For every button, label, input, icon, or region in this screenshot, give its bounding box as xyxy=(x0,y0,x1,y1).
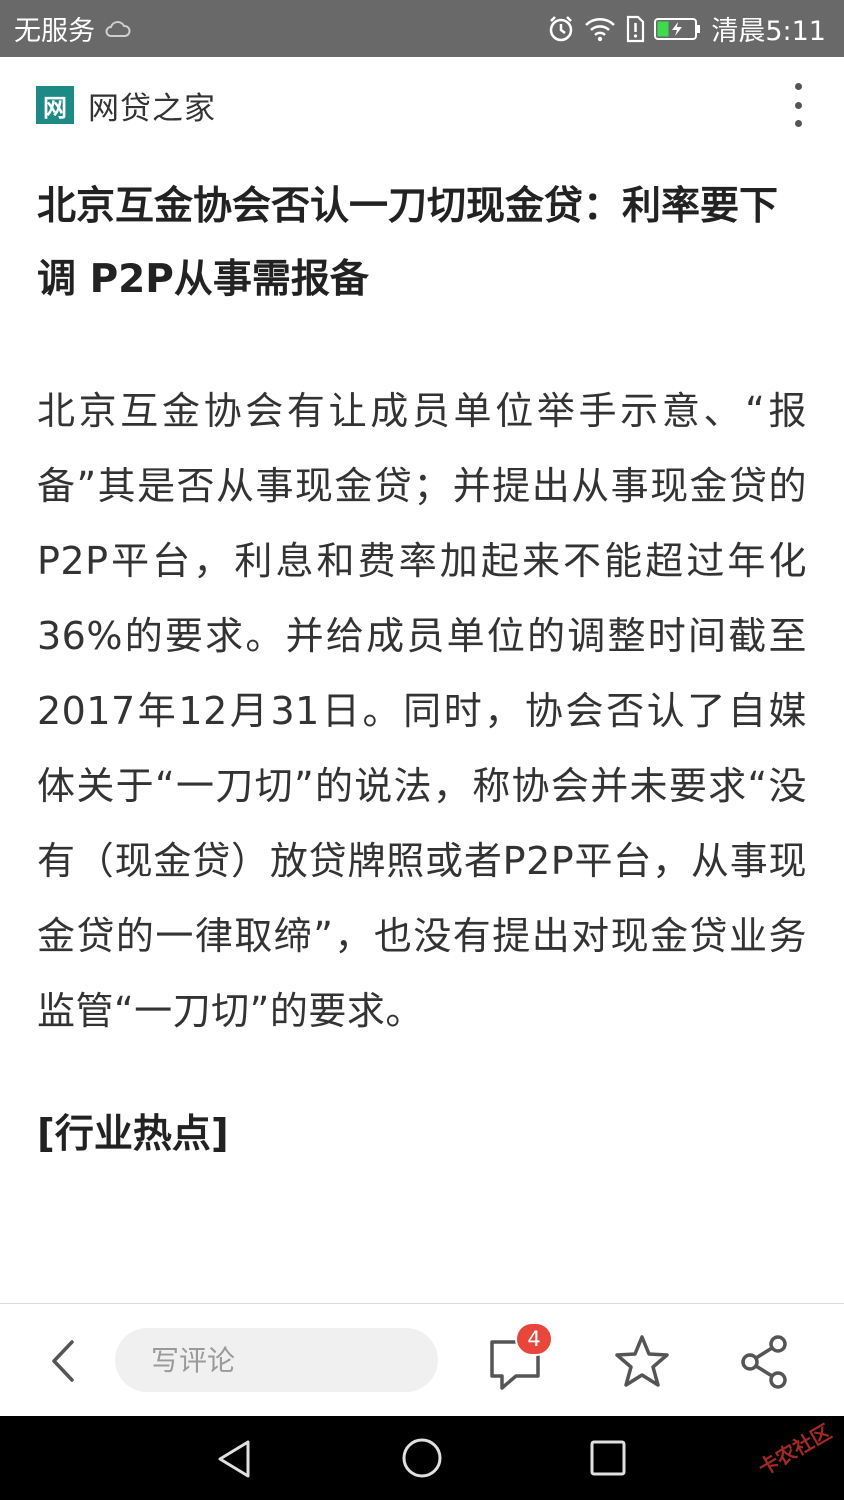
share-button[interactable] xyxy=(738,1334,790,1390)
app-title: 网贷之家 xyxy=(88,90,216,127)
battery-icon xyxy=(654,17,702,41)
app-header: 网 网贷之家 xyxy=(0,57,844,153)
comment-count-badge: 4 xyxy=(515,1322,553,1356)
alarm-icon xyxy=(547,15,575,43)
navigation-bar: 卡农社区 xyxy=(0,1416,844,1500)
article-headline: 北京互金协会否认一刀切现金贷：利率要下调 P2P从事需报备 xyxy=(37,184,779,302)
nav-back-button[interactable] xyxy=(212,1436,258,1482)
square-recents-icon xyxy=(590,1440,626,1476)
article: 北京互金协会否认一刀切现金贷：利率要下调 P2P从事需报备 北京互金协会有让成员… xyxy=(37,170,807,1165)
nav-recents-button[interactable] xyxy=(588,1438,628,1478)
carrier-text: 无服务 xyxy=(14,16,95,47)
comment-input[interactable] xyxy=(115,1328,438,1392)
app-logo: 网 xyxy=(36,86,74,124)
more-options-button[interactable] xyxy=(788,83,808,127)
cloud-icon xyxy=(105,19,131,39)
status-bar: 无服务 清晨5:11 xyxy=(0,0,844,57)
watermark: 卡农社区 xyxy=(754,1419,836,1481)
dot-icon xyxy=(794,83,802,90)
chevron-left-icon xyxy=(52,1340,74,1382)
share-icon xyxy=(741,1335,787,1389)
dot-icon xyxy=(794,120,802,127)
sim-alert-icon xyxy=(625,15,645,43)
status-right: 清晨5:11 xyxy=(547,9,826,48)
back-button[interactable] xyxy=(44,1336,84,1386)
dot-icon xyxy=(794,101,802,109)
nav-home-button[interactable] xyxy=(400,1436,444,1480)
action-bar: 4 xyxy=(0,1303,844,1416)
wifi-icon xyxy=(584,16,616,42)
clock-text: 清晨5:11 xyxy=(711,16,826,47)
status-left: 无服务 xyxy=(14,9,131,48)
triangle-back-icon xyxy=(218,1440,250,1478)
star-icon xyxy=(615,1335,669,1387)
article-body: 北京互金协会有让成员单位举手示意、“报备”其是否从事现金贷；并提出从事现金贷的P… xyxy=(37,389,807,1033)
section-title: [行业热点] xyxy=(37,1112,229,1157)
favorite-button[interactable] xyxy=(612,1332,672,1392)
circle-home-icon xyxy=(402,1438,442,1478)
